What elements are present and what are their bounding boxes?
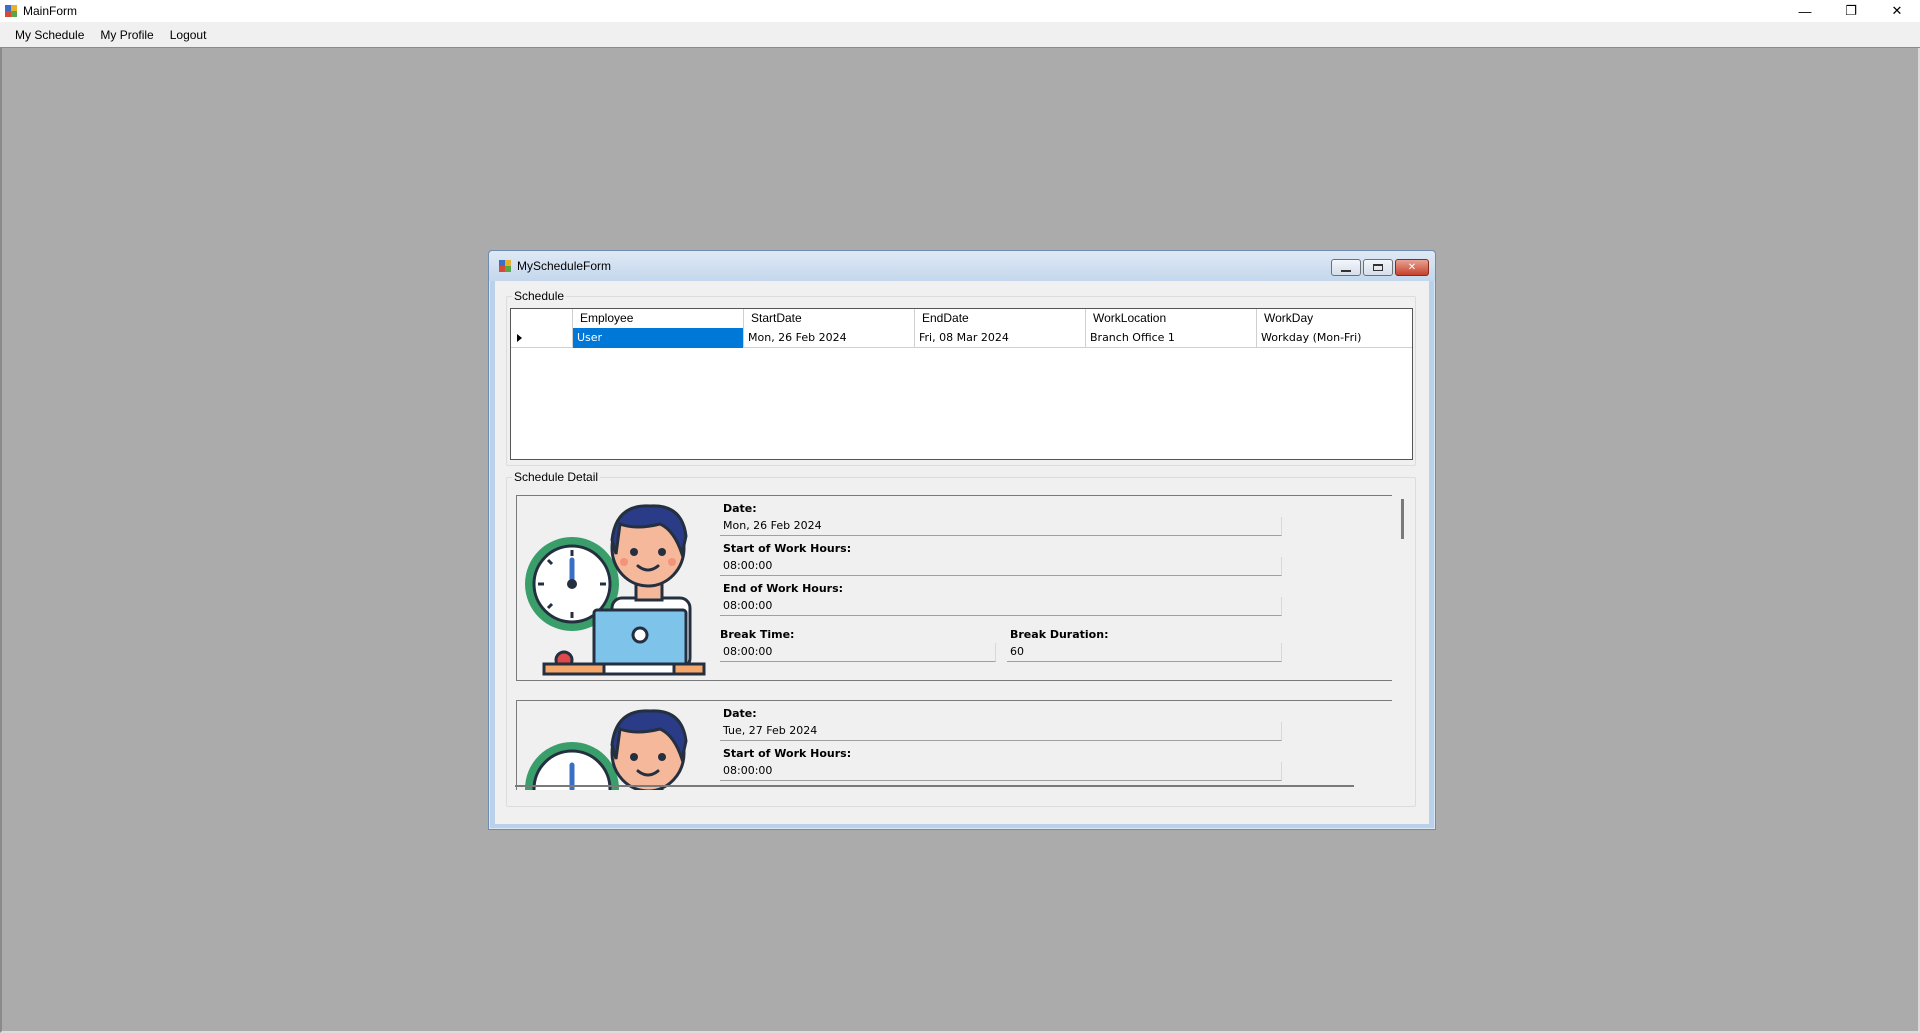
menu-bar: My Schedule My Profile Logout bbox=[0, 22, 1920, 48]
cell-employee[interactable]: User bbox=[573, 328, 744, 348]
horizontal-scrollbar[interactable] bbox=[515, 785, 1354, 787]
schedule-detail-card: Date: Mon, 26 Feb 2024 Start of Work Hou… bbox=[516, 495, 1392, 681]
child-client-area: Schedule Employee StartDate EndDate Work… bbox=[495, 281, 1429, 824]
maximize-icon bbox=[1373, 264, 1383, 271]
schedule-detail-group-label: Schedule Detail bbox=[512, 470, 601, 484]
schedule-detail-card: Date: Tue, 27 Feb 2024 Start of Work Hou… bbox=[516, 700, 1392, 790]
cell-enddate[interactable]: Fri, 08 Mar 2024 bbox=[915, 328, 1086, 348]
child-window-icon bbox=[499, 260, 511, 272]
vertical-scrollbar-thumb[interactable] bbox=[1401, 499, 1404, 539]
employee-clock-laptop-illustration bbox=[525, 504, 706, 676]
start-hours-label: Start of Work Hours: bbox=[723, 747, 852, 760]
close-icon: ✕ bbox=[1407, 262, 1417, 273]
child-window-controls: ✕ bbox=[1331, 259, 1429, 276]
grid-header: Employee StartDate EndDate WorkLocation … bbox=[511, 309, 1412, 328]
menu-my-profile[interactable]: My Profile bbox=[92, 22, 161, 48]
cell-startdate[interactable]: Mon, 26 Feb 2024 bbox=[744, 328, 915, 348]
row-header[interactable] bbox=[511, 328, 573, 348]
child-window-title: MyScheduleForm bbox=[517, 259, 612, 273]
app-window-icon bbox=[5, 5, 17, 17]
schedule-child-window: MyScheduleForm ✕ Schedule Employee Start… bbox=[488, 250, 1436, 830]
employee-clock-laptop-illustration bbox=[525, 709, 688, 790]
column-header-startdate[interactable]: StartDate bbox=[744, 309, 915, 328]
current-row-arrow-icon bbox=[517, 334, 522, 342]
column-header-enddate[interactable]: EndDate bbox=[915, 309, 1086, 328]
minimize-button[interactable]: — bbox=[1782, 0, 1828, 22]
date-field[interactable]: Tue, 27 Feb 2024 bbox=[720, 722, 1282, 741]
menu-my-schedule[interactable]: My Schedule bbox=[7, 22, 92, 48]
date-label: Date: bbox=[723, 502, 757, 515]
start-hours-field[interactable]: 08:00:00 bbox=[720, 557, 1282, 576]
restore-button[interactable]: ❐ bbox=[1828, 0, 1874, 22]
start-hours-label: Start of Work Hours: bbox=[723, 542, 852, 555]
column-header-employee[interactable]: Employee bbox=[573, 309, 744, 328]
cell-worklocation[interactable]: Branch Office 1 bbox=[1086, 328, 1257, 348]
minimize-icon bbox=[1341, 269, 1351, 272]
child-minimize-button[interactable] bbox=[1331, 259, 1361, 276]
schedule-grid[interactable]: Employee StartDate EndDate WorkLocation … bbox=[510, 308, 1413, 460]
break-time-label: Break Time: bbox=[720, 628, 795, 641]
window-title: MainForm bbox=[23, 4, 78, 18]
main-titlebar: MainForm — ❐ ✕ bbox=[0, 0, 1920, 22]
mdi-client-area: MyScheduleForm ✕ Schedule Employee Start… bbox=[0, 48, 1920, 1033]
child-titlebar[interactable]: MyScheduleForm ✕ bbox=[489, 251, 1435, 281]
column-header-worklocation[interactable]: WorkLocation bbox=[1086, 309, 1257, 328]
schedule-groupbox: Schedule Employee StartDate EndDate Work… bbox=[506, 289, 1416, 466]
detail-scroll-panel[interactable]: Date: Mon, 26 Feb 2024 Start of Work Hou… bbox=[516, 495, 1406, 790]
table-row[interactable]: User Mon, 26 Feb 2024 Fri, 08 Mar 2024 B… bbox=[511, 328, 1412, 348]
close-button[interactable]: ✕ bbox=[1874, 0, 1920, 22]
child-close-button[interactable]: ✕ bbox=[1395, 259, 1429, 276]
child-maximize-button[interactable] bbox=[1363, 259, 1393, 276]
grid-row-header-corner bbox=[511, 309, 573, 328]
date-field[interactable]: Mon, 26 Feb 2024 bbox=[720, 517, 1282, 536]
end-hours-field[interactable]: 08:00:00 bbox=[720, 597, 1282, 616]
window-controls: — ❐ ✕ bbox=[1782, 0, 1920, 22]
menu-logout[interactable]: Logout bbox=[162, 22, 215, 48]
column-header-workday[interactable]: WorkDay bbox=[1257, 309, 1412, 328]
schedule-detail-groupbox: Schedule Detail Date: Mon, 26 Feb 2024 S… bbox=[506, 470, 1416, 807]
end-hours-label: End of Work Hours: bbox=[723, 582, 844, 595]
date-label: Date: bbox=[723, 707, 757, 720]
break-duration-field[interactable]: 60 bbox=[1007, 643, 1282, 662]
cell-workday[interactable]: Workday (Mon-Fri) bbox=[1257, 328, 1412, 348]
break-duration-label: Break Duration: bbox=[1010, 628, 1109, 641]
schedule-group-label: Schedule bbox=[512, 289, 567, 303]
break-time-field[interactable]: 08:00:00 bbox=[720, 643, 996, 662]
start-hours-field[interactable]: 08:00:00 bbox=[720, 762, 1282, 781]
